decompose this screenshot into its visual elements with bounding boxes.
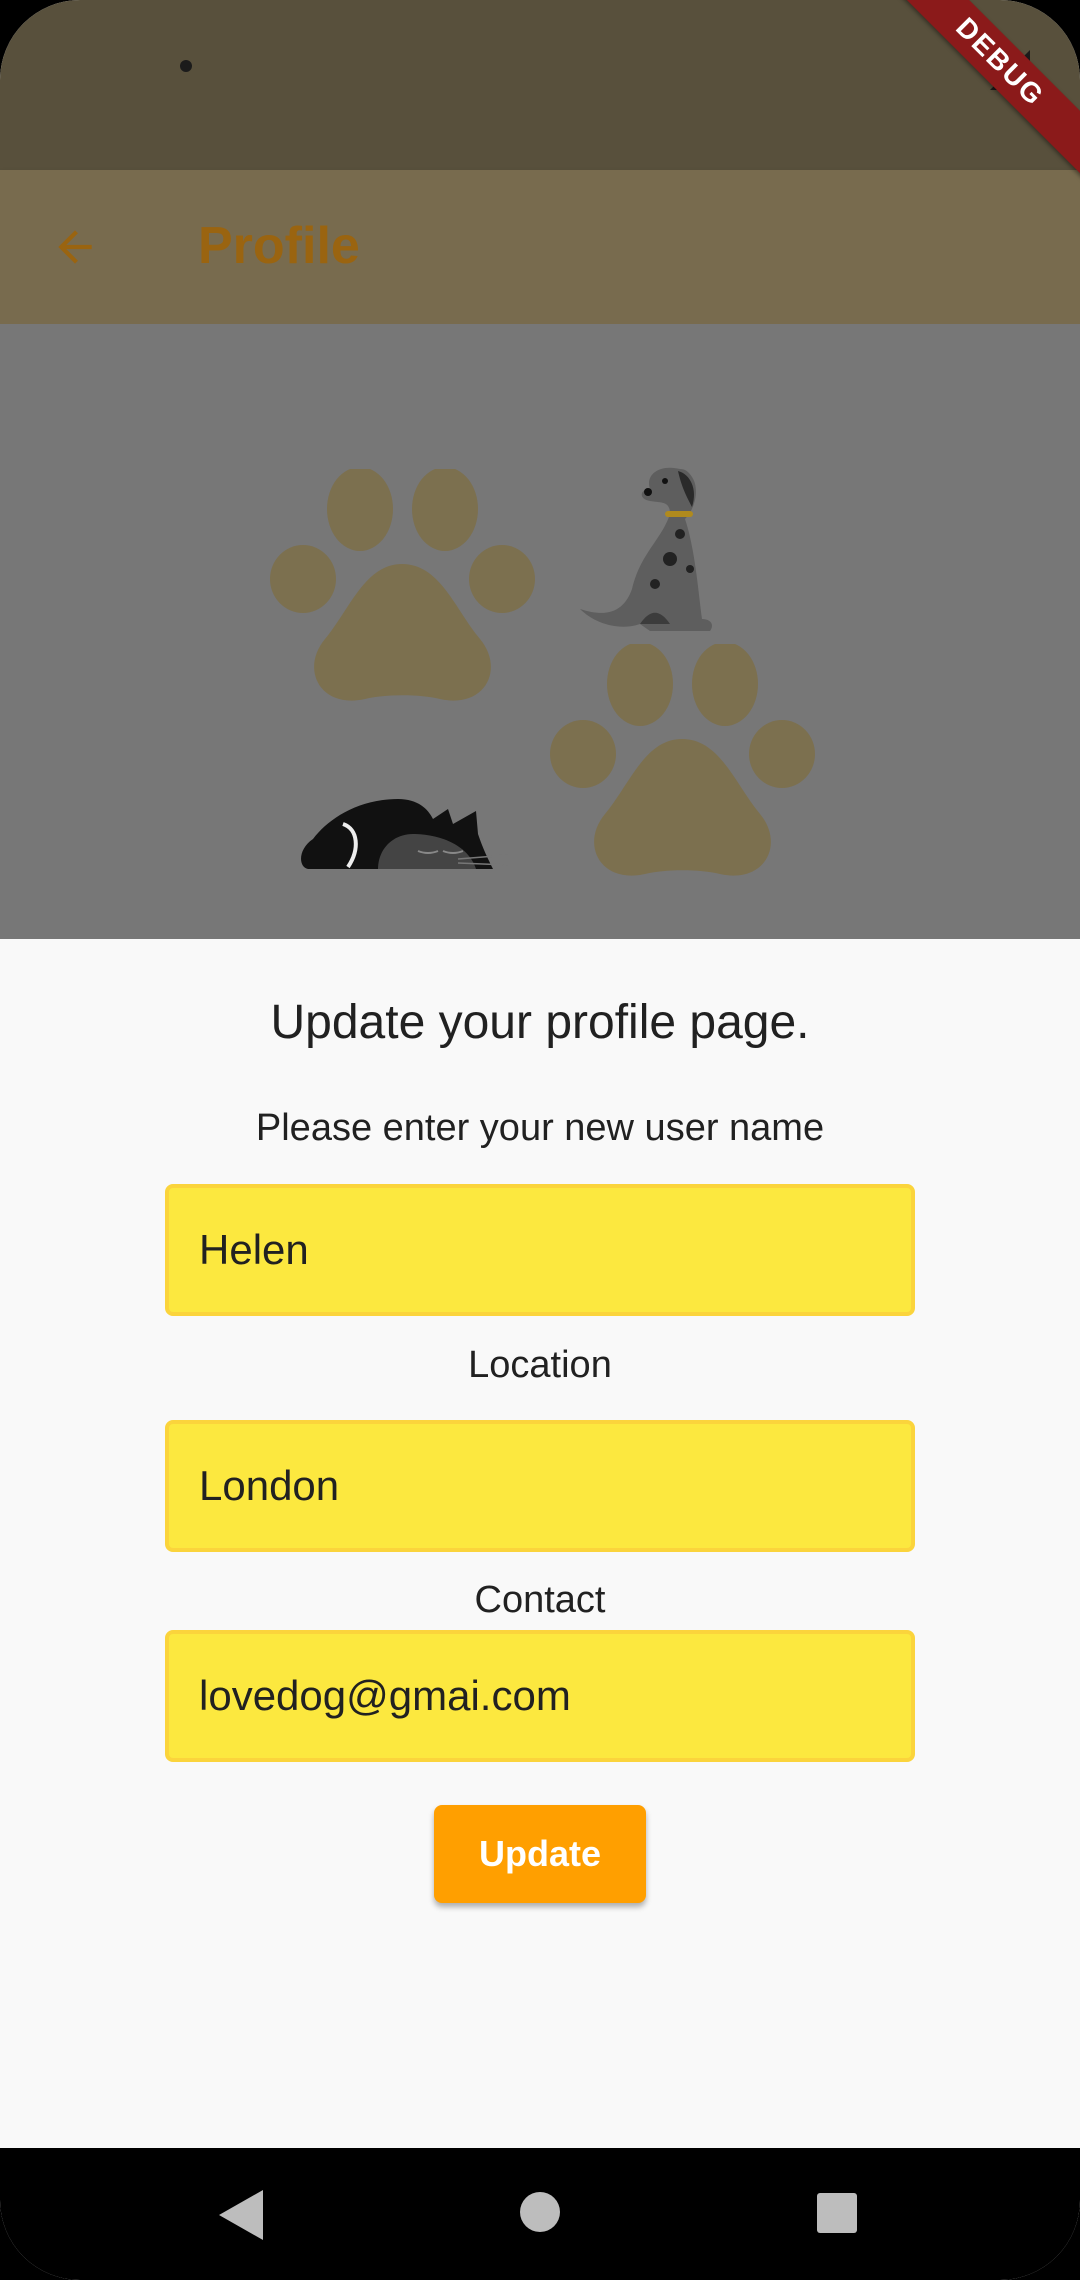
page-title: Profile [198,217,360,275]
dog-icon [580,467,713,631]
system-nav-bar [0,2148,1080,2280]
username-field[interactable]: Helen [165,1184,915,1316]
camera-dot [180,60,192,72]
app-bar: Profile [0,170,1080,324]
contact-label: Contact [474,1579,606,1621]
back-triangle-icon[interactable] [215,2188,265,2242]
location-label: Location [468,1344,612,1386]
hero-illustration [0,324,1080,939]
recents-square-icon[interactable] [816,2192,858,2234]
back-button[interactable] [40,212,110,282]
profile-form: Update your profile page. Please enter y… [0,939,1080,2148]
form-heading: Update your profile page. [270,996,810,1049]
username-value: Helen [199,1226,309,1273]
username-label: Please enter your new user name [255,1107,825,1149]
location-value: London [199,1462,340,1509]
contact-value: lovedog@gmai.com [199,1672,571,1719]
phone-screen: DEBUG Profile Update your profile page. … [0,0,1080,2280]
home-circle-icon[interactable] [518,2190,562,2234]
location-field[interactable]: London [165,1420,915,1552]
status-bar [0,0,1080,170]
paw-print-icon [270,469,535,701]
cat-icon [301,799,508,869]
arrow-back-icon [58,230,92,264]
paw-print-icon [550,644,815,876]
contact-field[interactable]: lovedog@gmai.com [165,1630,915,1762]
update-button[interactable]: Update [434,1805,646,1903]
